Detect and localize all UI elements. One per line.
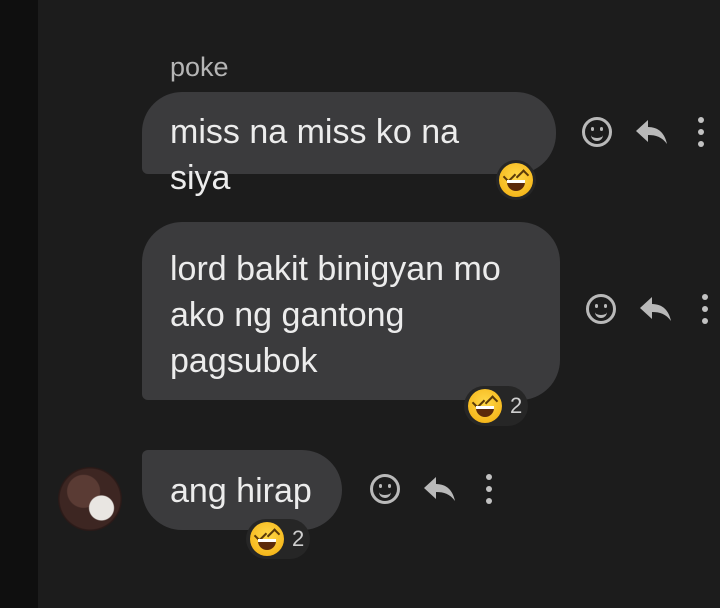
vertical-ellipsis-icon[interactable] xyxy=(702,294,708,324)
laughing-emoji-icon xyxy=(468,389,502,423)
message-text-line: pagsubok xyxy=(170,342,318,380)
smiley-icon[interactable] xyxy=(370,474,400,504)
reaction-count: 2 xyxy=(510,393,523,418)
reaction-badge[interactable]: 2 xyxy=(464,386,529,426)
message-actions xyxy=(582,117,704,147)
message-bubble[interactable]: miss na miss ko na siya xyxy=(142,92,556,197)
vertical-ellipsis-icon[interactable] xyxy=(486,474,492,504)
message-text: ang hirap xyxy=(170,472,312,510)
message-actions xyxy=(370,474,492,504)
message-bubble[interactable]: lord bakit binigyan mo ako ng gantong pa… xyxy=(142,222,560,400)
reaction-count: 2 xyxy=(292,526,305,551)
avatar[interactable] xyxy=(58,467,122,531)
reaction-badge[interactable] xyxy=(496,160,536,200)
message-text: miss na miss ko na siya xyxy=(170,113,460,197)
left-panel-edge xyxy=(0,0,38,608)
laughing-emoji-icon xyxy=(499,163,533,197)
reply-arrow-icon[interactable] xyxy=(634,118,670,146)
message-bubble[interactable]: ang hirap xyxy=(142,450,342,530)
sender-name: poke xyxy=(170,52,229,82)
vertical-ellipsis-icon[interactable] xyxy=(698,117,704,147)
smiley-icon[interactable] xyxy=(582,117,612,147)
smiley-icon[interactable] xyxy=(586,294,616,324)
reply-arrow-icon[interactable] xyxy=(638,295,674,323)
message-actions xyxy=(586,294,708,324)
laughing-emoji-icon xyxy=(250,522,284,556)
reaction-badge[interactable]: 2 xyxy=(246,519,311,559)
message-text-line: lord bakit binigyan mo xyxy=(170,250,501,288)
reply-arrow-icon[interactable] xyxy=(422,475,458,503)
message-text-line: ako ng gantong xyxy=(170,296,405,334)
